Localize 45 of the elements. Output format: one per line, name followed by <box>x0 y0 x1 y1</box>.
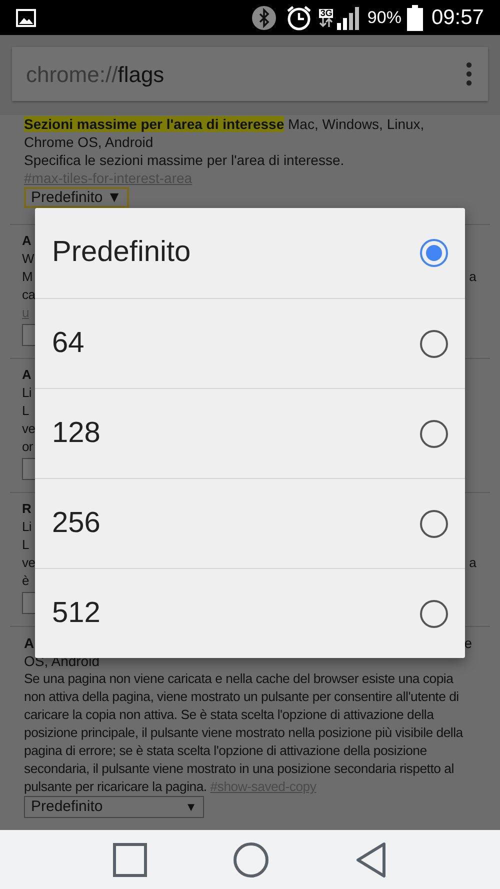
menu-icon[interactable] <box>466 62 472 86</box>
battery-icon <box>407 4 424 30</box>
option-item[interactable]: 512 <box>35 568 465 658</box>
option-item[interactable]: 256 <box>35 478 465 568</box>
radio-button[interactable] <box>420 239 448 267</box>
flag-title: A <box>22 232 32 250</box>
option-item[interactable]: 64 <box>35 298 465 388</box>
url-text: chrome://flags <box>26 60 166 89</box>
flag-text: Li <box>22 384 32 402</box>
flag-text: ve <box>22 420 36 438</box>
flag-text: L <box>22 536 29 554</box>
radio-button[interactable] <box>420 510 448 538</box>
flag-text: ve <box>22 554 36 572</box>
flag-text: è <box>22 572 29 590</box>
flag-text: ca <box>22 286 36 304</box>
network-type-text: 3G <box>319 8 334 18</box>
back-icon[interactable] <box>355 842 387 878</box>
flag-text: e <box>464 634 473 652</box>
flag-title: A <box>24 634 34 652</box>
flag-text: W <box>22 250 34 268</box>
alarm-icon <box>285 4 314 32</box>
radio-button[interactable] <box>420 330 448 358</box>
flag-title: A <box>22 366 32 384</box>
flag-heading: Sezioni massime per l'area di interesse Mac, Windows, Linux, Chrome OS, Android <box>24 115 426 151</box>
flag-text: a <box>469 268 476 286</box>
radio-button[interactable] <box>420 600 448 628</box>
select-box[interactable]: Predefinito ▼ <box>24 796 204 818</box>
address-bar[interactable]: chrome://flags <box>12 47 488 101</box>
select-box[interactable]: Predefinito ▼ <box>24 187 129 208</box>
home-icon[interactable] <box>233 842 269 878</box>
flag-title: R <box>22 500 32 518</box>
flag-text: a <box>469 554 476 572</box>
flag-text: or <box>22 438 33 456</box>
flag-text: Li <box>22 518 32 536</box>
flag-text: L <box>22 402 29 420</box>
radio-button[interactable] <box>420 420 448 448</box>
clock-time: 09:57 <box>431 4 484 31</box>
flag-text: M <box>22 268 33 286</box>
square-icon[interactable] <box>113 842 147 876</box>
data-arrows-icon <box>319 18 334 26</box>
option-item[interactable]: 128 <box>35 388 465 478</box>
battery-percent: 90% <box>367 6 402 29</box>
option-item[interactable]: Predefinito <box>35 208 465 298</box>
image-icon <box>16 8 36 26</box>
bluetooth-icon <box>251 4 278 30</box>
